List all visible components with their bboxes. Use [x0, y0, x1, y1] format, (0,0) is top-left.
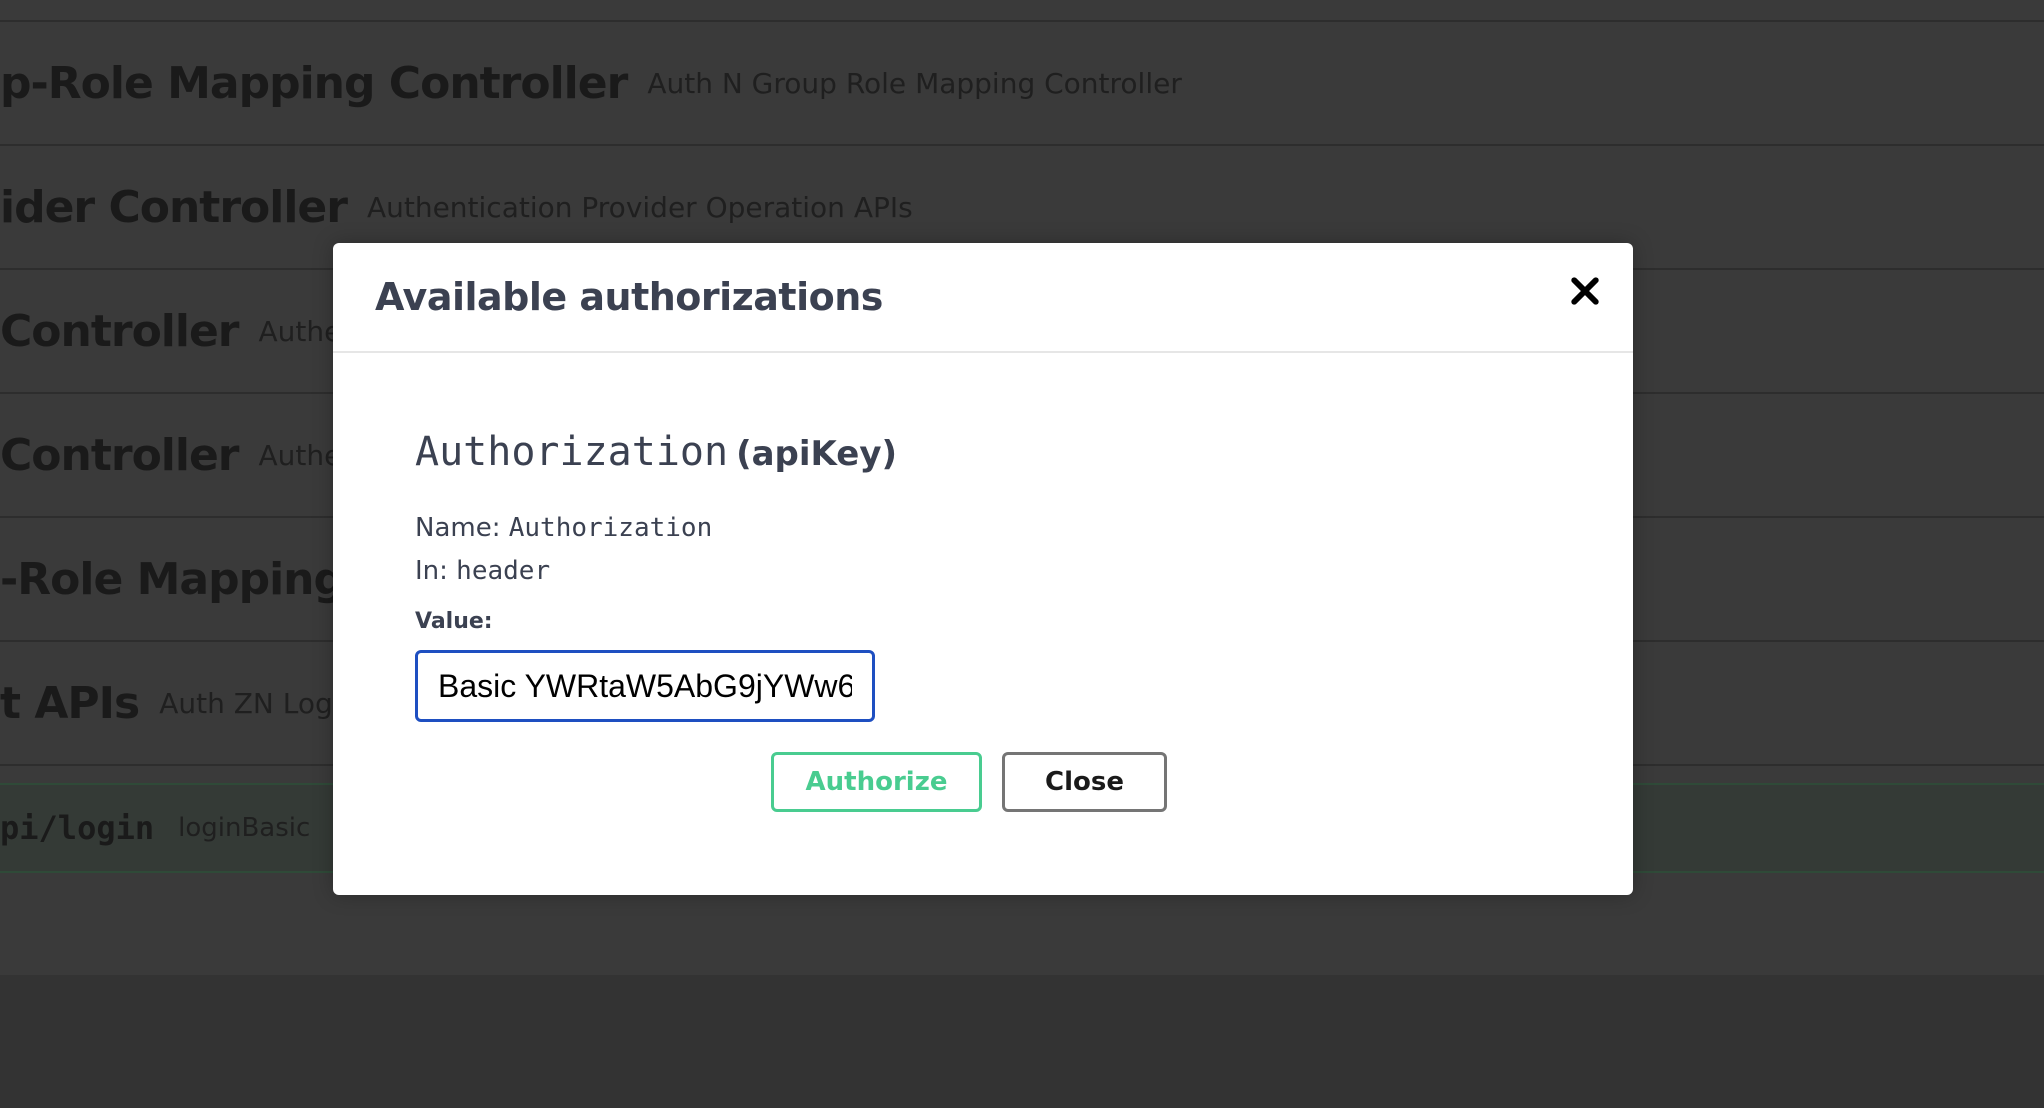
- tag-description: Auth N Group Role Mapping Controller: [647, 66, 1182, 100]
- in-label: In:: [415, 556, 448, 586]
- tag-description: Authentication Provider Operation APIs: [366, 190, 913, 224]
- name-label: Name:: [415, 513, 501, 543]
- scheme-name-line: Name: Authorization: [415, 513, 712, 543]
- modal-header: Available authorizations: [333, 243, 1633, 353]
- in-value: header: [456, 556, 551, 586]
- auth-scheme-title: Authorization (apiKey): [415, 429, 897, 475]
- tag-section[interactable]: p-Role Mapping Controller Auth N Group R…: [0, 22, 2044, 146]
- authorizations-modal: Available authorizations Authorization (a…: [333, 243, 1633, 895]
- operation-path: pi/login: [0, 809, 155, 847]
- tag-title: -Role Mapping C: [0, 553, 391, 605]
- api-key-value-input[interactable]: [415, 650, 875, 722]
- modal-title: Available authorizations: [375, 275, 883, 319]
- background-footer: [0, 975, 2044, 1108]
- value-label: Value:: [415, 609, 493, 634]
- operation-description: loginBasic: [178, 813, 311, 843]
- scheme-name: Authorization: [415, 429, 729, 475]
- scheme-type: (apiKey): [736, 434, 898, 474]
- authorize-button[interactable]: Authorize: [771, 752, 982, 812]
- close-x-icon[interactable]: [1567, 273, 1603, 309]
- name-value: Authorization: [508, 513, 713, 543]
- scheme-in-line: In: header: [415, 556, 550, 586]
- tag-title: t APIs: [0, 677, 140, 729]
- close-button[interactable]: Close: [1002, 752, 1167, 812]
- tag-title: p-Role Mapping Controller: [0, 57, 628, 109]
- tag-title: Controller: [0, 305, 240, 357]
- tag-title: Controller: [0, 429, 240, 481]
- tag-title: ider Controller: [0, 181, 348, 233]
